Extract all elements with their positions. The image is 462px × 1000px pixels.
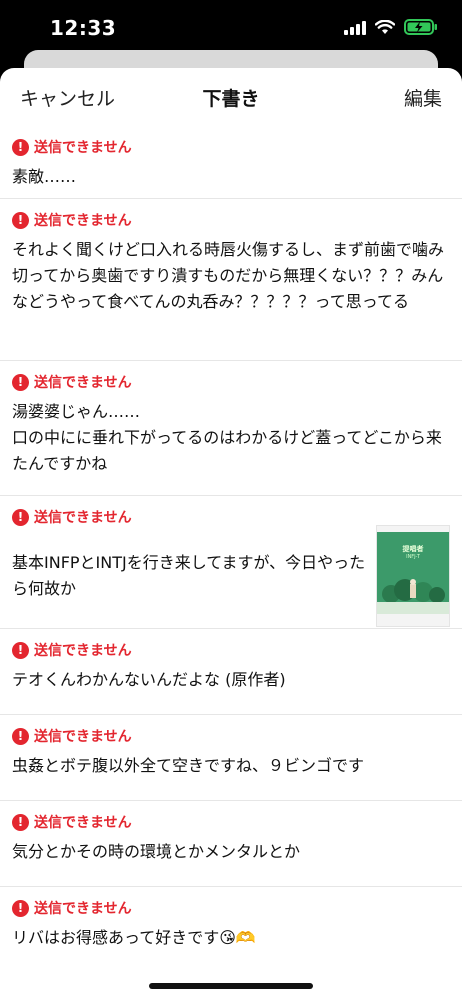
error-label: 送信できません <box>34 140 132 156</box>
error-label: 送信できません <box>34 901 132 917</box>
draft-item[interactable]: ! 送信できません 基本INFPとINTJを行き来してますが、今日やったら何故か… <box>0 496 462 629</box>
draft-text: 湯婆婆じゃん…… 口の中にに垂れ下がってるのはわかるけど蓋ってどこから来たんです… <box>12 402 442 473</box>
wifi-icon <box>374 19 396 39</box>
draft-item[interactable]: ! 送信できません リバはお得感あって好きです😘🫶 <box>0 887 462 973</box>
thumbnail-card: 提唱者 INFJ-T <box>377 532 449 614</box>
draft-item[interactable]: ! 送信できません 虫姦とボテ腹以外全て空きですね、９ビンゴです <box>0 715 462 801</box>
forest-illustration-icon <box>377 579 449 614</box>
edit-button[interactable]: 編集 <box>404 84 442 111</box>
draft-item[interactable]: ! 送信できません 気分とかその時の環境とかメンタルとか <box>0 801 462 887</box>
error-label: 送信できません <box>34 643 132 659</box>
error-label: 送信できません <box>34 375 132 391</box>
error-row: ! 送信できません <box>12 898 450 918</box>
error-icon: ! <box>12 641 29 659</box>
error-row: ! 送信できません <box>12 137 450 157</box>
draft-text: 素敵…… <box>12 167 77 186</box>
error-row: ! 送信できません <box>12 507 450 527</box>
error-label: 送信できません <box>34 815 132 831</box>
draft-item[interactable]: ! 送信できません 素敵…… <box>0 126 462 199</box>
draft-item[interactable]: ! 送信できません それよく聞くけど口入れる時唇火傷するし、まず前歯で噛み切って… <box>0 199 462 361</box>
error-label: 送信できません <box>34 510 132 526</box>
attachment-thumbnail[interactable]: 提唱者 INFJ-T <box>376 525 450 627</box>
error-icon: ! <box>12 727 29 745</box>
draft-text: 気分とかその時の環境とかメンタルとか <box>12 842 301 861</box>
draft-text: テオくんわかんないんだよな (原作者) <box>12 670 286 689</box>
draft-item[interactable]: ! 送信できません テオくんわかんないんだよな (原作者) <box>0 629 462 715</box>
draft-text: 基本INFPとINTJを行き来してますが、今日やったら何故か <box>12 553 366 598</box>
error-icon: ! <box>12 138 29 156</box>
error-icon: ! <box>12 899 29 917</box>
battery-charging-icon <box>404 19 438 39</box>
drafts-sheet: キャンセル 下書き 編集 ! 送信できません 素敵…… ! 送信できません それ… <box>0 68 462 1000</box>
nav-bar: キャンセル 下書き 編集 <box>0 68 462 126</box>
error-icon: ! <box>12 373 29 391</box>
error-label: 送信できません <box>34 729 132 745</box>
cellular-icon <box>344 20 366 39</box>
draft-item[interactable]: ! 送信できません 湯婆婆じゃん…… 口の中にに垂れ下がってるのはわかるけど蓋っ… <box>0 361 462 496</box>
draft-row: 基本INFPとINTJを行き来してますが、今日やったら何故か 提唱者 INFJ-… <box>12 525 450 627</box>
error-row: ! 送信できません <box>12 372 450 392</box>
error-icon: ! <box>12 508 29 526</box>
status-time: 12:33 <box>50 16 117 40</box>
status-icons <box>344 19 438 39</box>
home-indicator[interactable] <box>149 983 313 989</box>
error-label: 送信できません <box>34 213 132 229</box>
draft-text: リバはお得感あって好きです😘🫶 <box>12 928 256 947</box>
page-title: 下書き <box>202 88 260 110</box>
draft-list: ! 送信できません 素敵…… ! 送信できません それよく聞くけど口入れる時唇火… <box>0 126 462 973</box>
error-icon: ! <box>12 211 29 229</box>
error-row: ! 送信できません <box>12 210 450 230</box>
error-icon: ! <box>12 813 29 831</box>
draft-text: 虫姦とボテ腹以外全て空きですね、９ビンゴです <box>12 756 365 775</box>
error-row: ! 送信できません <box>12 640 450 660</box>
error-row: ! 送信できません <box>12 812 450 832</box>
error-row: ! 送信できません <box>12 726 450 746</box>
draft-text: それよく聞くけど口入れる時唇火傷するし、まず前歯で噛み切ってから奥歯ですり潰すも… <box>12 240 445 311</box>
